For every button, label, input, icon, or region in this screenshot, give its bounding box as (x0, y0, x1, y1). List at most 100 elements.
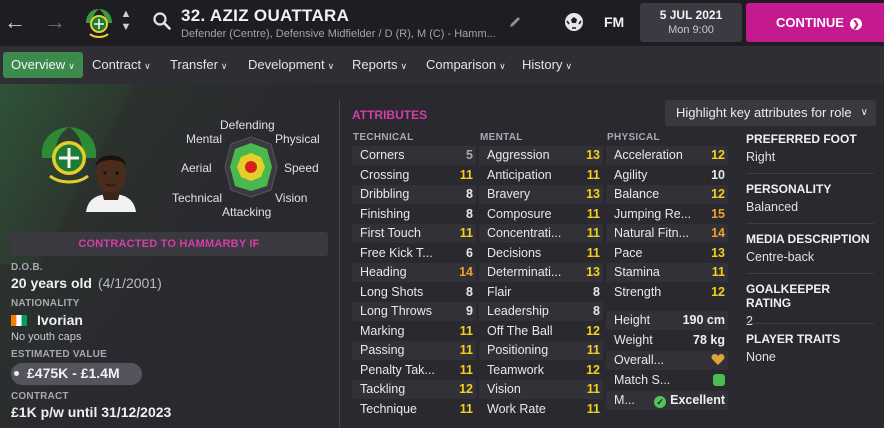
attribute-value: 11 (459, 323, 473, 338)
age-value: 20 years old (4/1/2001) (11, 275, 162, 291)
physical-header: PHYSICAL (607, 132, 660, 143)
attribute-name: Long Throws (360, 304, 433, 318)
attribute-row[interactable]: Marking 11 (352, 322, 476, 341)
height-value: 190 cm (682, 313, 725, 327)
attribute-value: 15 (711, 206, 725, 221)
attribute-value: 11 (586, 343, 600, 357)
attribute-row[interactable]: Finishing 8 (352, 205, 476, 224)
goalkeeper-rating-value: 2 (746, 314, 753, 328)
attribute-row[interactable]: Work Rate 11 (479, 400, 603, 419)
attribute-row[interactable]: Anticipation 11 (479, 166, 603, 185)
estimated-value: £475K - £1.4M (27, 365, 120, 381)
attribute-name: Concentrati... (487, 226, 562, 240)
forward-arrow-icon[interactable]: → (44, 9, 66, 35)
attribute-name: Natural Fitn... (614, 226, 690, 240)
nationality-value[interactable]: Ivorian (11, 312, 83, 328)
attribute-value: 11 (586, 401, 600, 416)
media-description-value: Centre-back (746, 250, 815, 264)
preferred-foot-section: PREFERRED FOOT Right (746, 132, 874, 164)
chevron-down-icon: ∨ (68, 61, 75, 71)
attribute-row[interactable]: Tackling 12 (352, 380, 476, 399)
attribute-row[interactable]: Long Shots 8 (352, 283, 476, 302)
attribute-row[interactable]: Natural Fitn... 14 (606, 224, 728, 243)
attribute-row[interactable]: Technique 11 (352, 400, 476, 419)
attribute-row[interactable]: Agility 10 (606, 166, 728, 185)
edit-pencil-icon[interactable] (507, 14, 523, 30)
attribute-row[interactable]: First Touch 11 (352, 224, 476, 243)
attribute-name: Teamwork (487, 362, 544, 377)
fm-menu-button[interactable]: FM (604, 14, 624, 30)
highlight-role-dropdown[interactable]: Highlight key attributes for role ∨ (665, 100, 876, 126)
player-positions: Defender (Centre), Defensive Midfielder … (181, 28, 496, 40)
value-indicator-dot (14, 371, 19, 376)
attribute-name: Composure (487, 206, 552, 221)
attribute-row[interactable]: Heading 14 (352, 263, 476, 282)
attribute-row[interactable]: Free Kick T... 6 (352, 244, 476, 263)
attribute-row[interactable]: Passing 11 (352, 341, 476, 360)
attribute-row[interactable]: Dribbling 8 (352, 185, 476, 204)
attribute-row[interactable]: Long Throws 9 (352, 302, 476, 321)
technical-header: TECHNICAL (353, 132, 414, 143)
attribute-value: 14 (711, 226, 725, 240)
attribute-radar: Defending Mental Physical Aerial Speed T… (172, 117, 330, 219)
attribute-name: Jumping Re... (614, 206, 692, 221)
attribute-name: Strength (614, 284, 662, 299)
attribute-name: Flair (487, 284, 512, 299)
radar-label-speed: Speed (284, 161, 319, 175)
attribute-row[interactable]: Bravery 13 (479, 185, 603, 204)
back-arrow-icon[interactable]: ← (4, 9, 26, 35)
date-display[interactable]: 5 JUL 2021 Mon 9:00 (640, 3, 742, 42)
attribute-value: 8 (593, 304, 600, 318)
estimated-value-pill[interactable]: £475K - £1.4M (11, 363, 142, 385)
attribute-value: 13 (586, 187, 600, 201)
attribute-row[interactable]: Jumping Re... 15 (606, 205, 728, 224)
attribute-value: 14 (459, 265, 473, 279)
attribute-row[interactable]: Off The Ball 12 (479, 322, 603, 341)
attribute-row[interactable]: Teamwork 12 (479, 361, 603, 380)
tab-transfer[interactable]: Transfer ∨ (162, 52, 236, 78)
attribute-row[interactable]: Decisions 11 (479, 244, 603, 263)
tab-comparison[interactable]: Comparison ∨ (418, 52, 514, 78)
mental-header: MENTAL (480, 132, 523, 143)
attribute-row[interactable]: Penalty Tak... 11 (352, 361, 476, 380)
attribute-value: 12 (711, 148, 725, 162)
attribute-row[interactable]: Aggression 13 (479, 146, 603, 165)
attribute-name: Finishing (360, 206, 411, 221)
ivory-coast-flag-icon (11, 315, 27, 326)
attribute-row[interactable]: Vision 11 (479, 380, 603, 399)
attribute-row[interactable]: Positioning 11 (479, 341, 603, 360)
contract-status-banner[interactable]: CONTRACTED TO HAMMARBY IF (10, 232, 328, 256)
attribute-name: Passing (360, 343, 405, 357)
current-time: Mon 9:00 (668, 24, 714, 36)
attribute-row[interactable]: Pace 13 (606, 244, 728, 263)
search-icon[interactable] (152, 11, 172, 31)
chevron-down-icon: ∨ (400, 61, 408, 71)
attribute-row[interactable]: Corners 5 (352, 146, 476, 165)
club-badge-icon[interactable] (82, 6, 116, 40)
tab-development[interactable]: Development ∨ (240, 52, 342, 78)
attribute-row[interactable]: Strength 12 (606, 283, 728, 302)
chevron-down-icon: ∨ (860, 107, 868, 118)
tab-overview[interactable]: Overview ∨ (3, 52, 83, 78)
attribute-row[interactable]: Determinati... 13 (479, 263, 603, 282)
attribute-row[interactable]: Leadership 8 (479, 302, 603, 321)
attribute-value: 11 (586, 226, 600, 240)
player-switch-arrows[interactable]: ▲ ▼ (119, 8, 133, 34)
tab-contract[interactable]: Contract ∨ (84, 52, 159, 78)
match-sharpness-row: Match S... (606, 371, 728, 390)
attribute-value: 6 (466, 245, 473, 260)
continue-button[interactable]: CONTINUE ❯ (746, 3, 884, 42)
morale-row: M... ✓ Excellent (606, 391, 728, 410)
attribute-row[interactable]: Balance 12 (606, 185, 728, 204)
attribute-row[interactable]: Stamina 11 (606, 263, 728, 282)
football-icon[interactable] (563, 11, 585, 33)
radar-label-mental: Mental (186, 132, 223, 146)
player-profile-panel: Defending Mental Physical Aerial Speed T… (0, 84, 338, 428)
attribute-row[interactable]: Acceleration 12 (606, 146, 728, 165)
attribute-row[interactable]: Concentrati... 11 (479, 224, 603, 243)
tab-history[interactable]: History ∨ (514, 52, 580, 78)
attribute-row[interactable]: Crossing 11 (352, 166, 476, 185)
attribute-row[interactable]: Flair 8 (479, 283, 603, 302)
tab-reports[interactable]: Reports ∨ (344, 52, 415, 78)
attribute-row[interactable]: Composure 11 (479, 205, 603, 224)
